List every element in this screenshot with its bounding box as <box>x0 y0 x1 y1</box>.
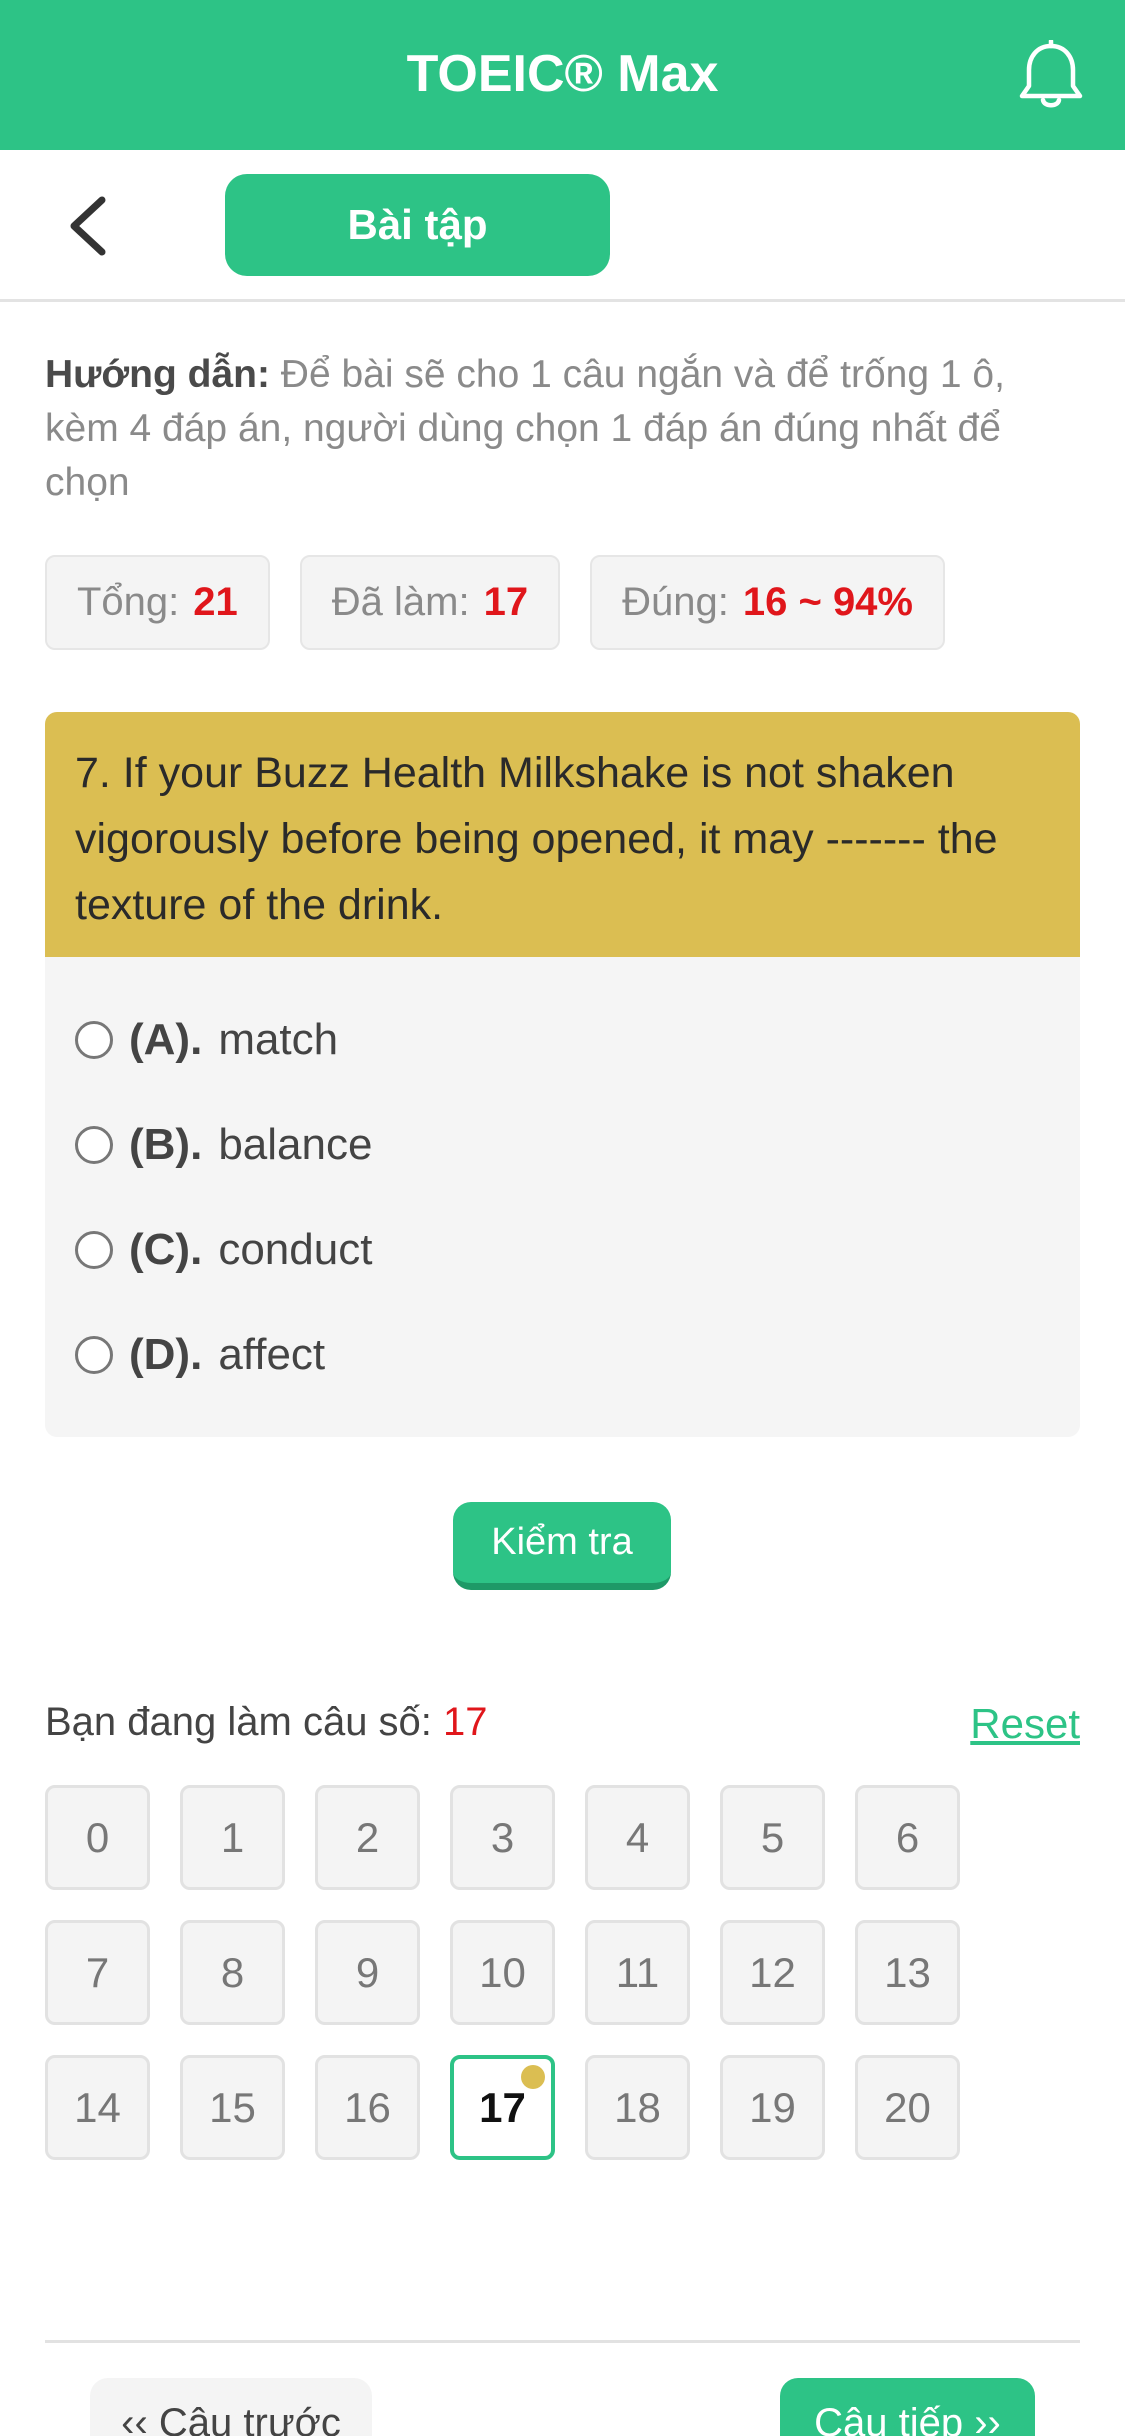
stat-done: Đã làm: 17 <box>299 555 561 650</box>
stat-correct-value: 16 ~ 94% <box>742 580 913 624</box>
option-c[interactable]: (C). conduct <box>45 1197 1080 1302</box>
question-cell[interactable]: 15 <box>180 2055 285 2160</box>
current-question-label: Bạn đang làm câu số: <box>45 1700 432 1744</box>
question-cell[interactable]: 2 <box>315 1785 420 1890</box>
question-cell[interactable]: 16 <box>315 2055 420 2160</box>
question-cell[interactable]: 20 <box>855 2055 960 2160</box>
question-cell[interactable]: 19 <box>720 2055 825 2160</box>
question-cell[interactable]: 12 <box>720 1920 825 2025</box>
question-cell[interactable]: 13 <box>855 1920 960 2025</box>
app-title: TOEIC® Max <box>406 45 719 103</box>
question-cell[interactable]: 5 <box>720 1785 825 1890</box>
radio-b[interactable] <box>75 1125 113 1164</box>
current-question: Bạn đang làm câu số: 17 <box>45 1700 488 1745</box>
question-cell[interactable]: 18 <box>585 2055 690 2160</box>
question-cell[interactable]: 0 <box>45 1785 150 1890</box>
question-cell[interactable]: 8 <box>180 1920 285 2025</box>
app-bar: TOEIC® Max <box>0 0 1125 150</box>
question-text: 7. If your Buzz Health Milkshake is not … <box>45 712 1080 957</box>
option-b[interactable]: (B). balance <box>45 1092 1080 1197</box>
question-cell[interactable]: 14 <box>45 2055 150 2160</box>
instructions-label: Hướng dẫn: <box>45 353 270 396</box>
sub-toolbar: Bài tập <box>0 150 1125 302</box>
option-b-text: balance <box>218 1119 373 1169</box>
option-a[interactable]: (A). match <box>45 987 1080 1092</box>
option-d[interactable]: (D). affect <box>45 1302 1080 1407</box>
stat-done-label: Đã làm: <box>331 580 470 624</box>
question-cell[interactable]: 1 <box>180 1785 285 1890</box>
bell-icon[interactable] <box>1017 40 1085 112</box>
question-cell[interactable]: 6 <box>855 1785 960 1890</box>
current-indicator-dot <box>521 2065 545 2089</box>
stat-total: Tổng: 21 <box>45 555 270 650</box>
question-cell[interactable]: 4 <box>585 1785 690 1890</box>
stat-done-value: 17 <box>483 580 529 624</box>
stat-total-value: 21 <box>193 580 238 624</box>
question-cell[interactable]: 11 <box>585 1920 690 2025</box>
question-card: 7. If your Buzz Health Milkshake is not … <box>45 712 1080 1437</box>
answer-options: (A). match (B). balance (C). conduct (D)… <box>45 957 1080 1407</box>
stat-correct-label: Đúng: <box>622 580 729 624</box>
question-cell-active[interactable]: 17 <box>450 2055 555 2160</box>
current-question-number: 17 <box>443 1700 488 1744</box>
next-question-button[interactable]: Câu tiếp ›› <box>780 2378 1035 2436</box>
question-grid: 0 1 2 3 4 5 6 7 8 9 10 11 12 13 14 15 16 17 18 19 20 <box>45 1785 1005 2160</box>
option-b-letter: (B). <box>129 1119 203 1169</box>
option-a-letter: (A). <box>129 1014 203 1064</box>
stat-correct: Đúng: 16 ~ 94% <box>590 555 945 650</box>
question-cell[interactable]: 7 <box>45 1920 150 2025</box>
check-button[interactable]: Kiểm tra <box>453 1502 671 1590</box>
radio-a[interactable] <box>75 1020 113 1059</box>
question-cell[interactable]: 9 <box>315 1920 420 2025</box>
option-d-text: affect <box>218 1329 326 1379</box>
radio-c[interactable] <box>75 1230 113 1269</box>
radio-d[interactable] <box>75 1335 113 1374</box>
question-cell[interactable]: 10 <box>450 1920 555 2025</box>
option-c-letter: (C). <box>129 1224 203 1274</box>
option-d-letter: (D). <box>129 1329 203 1379</box>
tab-exercises[interactable]: Bài tập <box>225 174 610 276</box>
reset-link[interactable]: Reset <box>970 1700 1080 1748</box>
question-cell[interactable]: 3 <box>450 1785 555 1890</box>
option-c-text: conduct <box>218 1224 373 1274</box>
prev-question-button[interactable]: ‹‹ Câu trước <box>90 2378 372 2436</box>
divider <box>45 2340 1080 2343</box>
chevron-left-icon[interactable] <box>60 194 120 258</box>
stats-row: Tổng: 21 Đã làm: 17 Đúng: 16 ~ 94% <box>45 555 945 650</box>
instructions: Hướng dẫn: Để bài sẽ cho 1 câu ngắn và đ… <box>45 348 1085 510</box>
stat-total-label: Tổng: <box>77 580 180 624</box>
option-a-text: match <box>218 1014 339 1064</box>
